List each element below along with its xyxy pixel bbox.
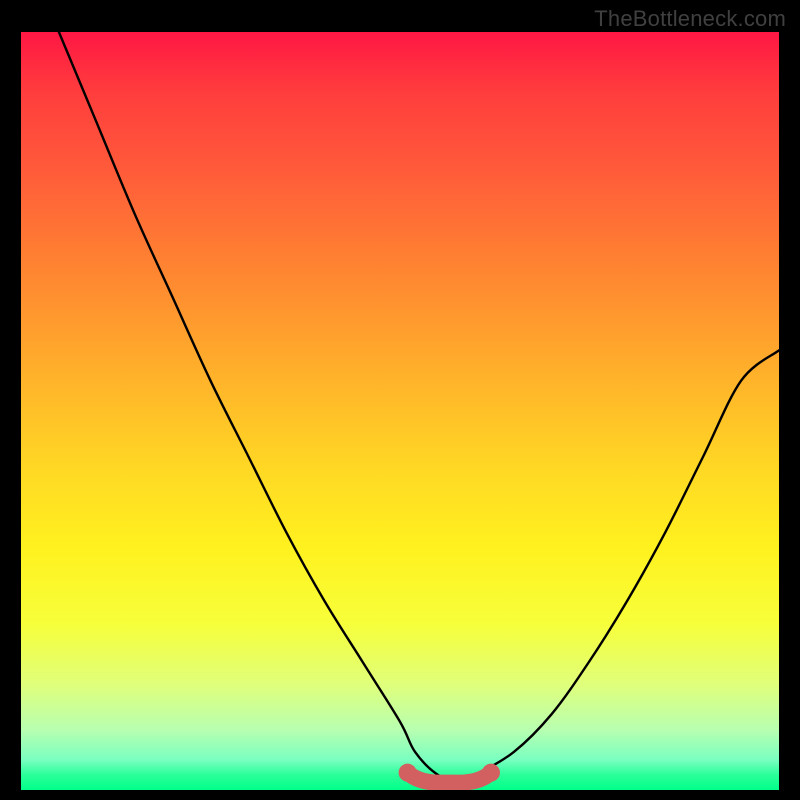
bottleneck-curve [59,32,779,782]
chart-stage: TheBottleneck.com [0,0,800,800]
highlight-start-dot [399,764,417,782]
plot-area [21,32,779,790]
optimal-range-highlight [408,773,491,783]
curve-svg [21,32,779,790]
highlight-end-dot [482,764,500,782]
watermark-text: TheBottleneck.com [594,6,786,32]
